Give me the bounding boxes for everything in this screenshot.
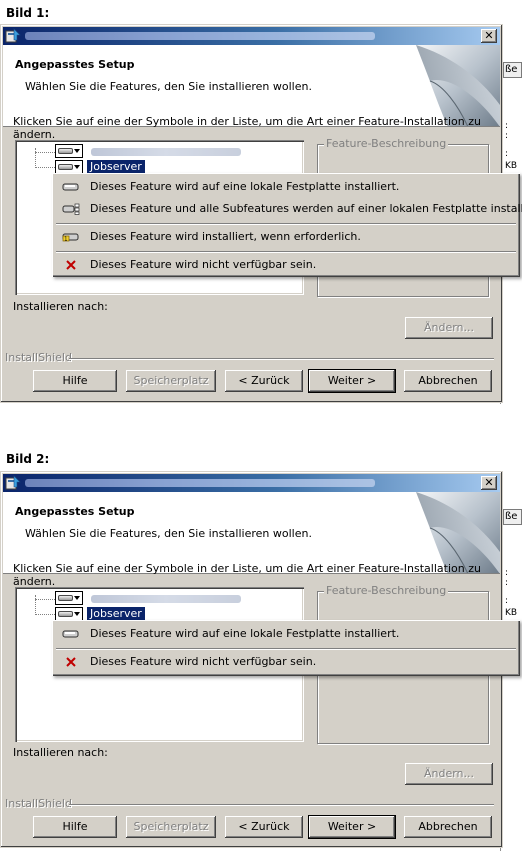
menu-item-label: Dieses Feature und alle Subfeatures werd…: [90, 202, 522, 215]
menu-item-install-on-demand[interactable]: 1 Dieses Feature wird installiert, wenn …: [56, 226, 516, 248]
menu-separator: [56, 648, 516, 650]
background-text: KB: [505, 161, 518, 171]
feature-state-dropdown[interactable]: [55, 144, 83, 158]
hard-drive-icon: [58, 164, 73, 170]
cancel-button[interactable]: Abbrechen: [404, 370, 492, 392]
feature-context-menu: Dieses Feature wird auf eine lokale Fest…: [52, 173, 522, 277]
hard-drive-icon: [62, 183, 79, 191]
page-title: Angepasstes Setup: [15, 505, 135, 518]
menu-item-label: Dieses Feature wird installiert, wenn er…: [90, 230, 361, 243]
background-text: :: [505, 596, 509, 606]
change-button[interactable]: Ändern...: [405, 317, 493, 339]
menu-separator: [56, 251, 516, 253]
background-text: :: [505, 149, 509, 159]
installshield-label: InstallShield: [5, 351, 72, 364]
feature-context-menu: Dieses Feature wird auf eine lokale Fest…: [52, 620, 520, 676]
disk-space-button[interactable]: Speicherplatz: [126, 370, 216, 392]
feature-state-dropdown[interactable]: [55, 160, 83, 174]
background-button[interactable]: ße: [503, 62, 522, 78]
background-text: :: [505, 578, 509, 588]
menu-item-install-local[interactable]: Dieses Feature wird auf eine lokale Fest…: [56, 623, 516, 645]
feature-state-dropdown[interactable]: [55, 591, 83, 605]
background-button[interactable]: ße: [503, 509, 522, 525]
feature-description-legend: Feature-Beschreibung: [324, 137, 449, 150]
panel-caption: Bild 2:: [6, 452, 50, 466]
unavailable-icon: [66, 260, 76, 270]
window-title-redacted: [25, 32, 375, 40]
divider: [69, 358, 494, 360]
unavailable-icon: [66, 657, 76, 667]
hard-drive-icon: [58, 611, 73, 617]
hard-drive-icon: [58, 595, 73, 601]
hard-drive-icon: [62, 630, 79, 638]
chevron-down-icon: [74, 165, 80, 169]
back-button[interactable]: < Zurück: [225, 816, 303, 838]
feature-name-redacted[interactable]: [91, 148, 241, 156]
feature-description-legend: Feature-Beschreibung: [324, 584, 449, 597]
background-text: KB: [505, 608, 518, 618]
window-title-redacted: [25, 479, 375, 487]
menu-item-label: Dieses Feature wird auf eine lokale Fest…: [90, 180, 400, 193]
next-button[interactable]: Weiter >: [309, 370, 395, 392]
page-title: Angepasstes Setup: [15, 58, 135, 71]
title-bar[interactable]: ✕: [3, 27, 500, 45]
help-button[interactable]: Hilfe: [33, 370, 117, 392]
hard-drive-icon: [58, 148, 73, 154]
feature-item-jobserver[interactable]: Jobserver: [87, 160, 145, 174]
close-button[interactable]: ✕: [481, 476, 497, 490]
change-button[interactable]: Ändern...: [405, 763, 493, 785]
install-on-demand-icon: 1: [62, 233, 79, 243]
cancel-button[interactable]: Abbrechen: [404, 816, 492, 838]
background-text: :: [505, 131, 509, 141]
menu-item-label: Dieses Feature wird nicht verfügbar sein…: [90, 258, 317, 271]
menu-separator: [56, 223, 516, 225]
menu-item-install-local[interactable]: Dieses Feature wird auf eine lokale Fest…: [56, 176, 516, 198]
back-button[interactable]: < Zurück: [225, 370, 303, 392]
chevron-down-icon: [74, 149, 80, 153]
close-button[interactable]: ✕: [481, 29, 497, 43]
feature-item-jobserver[interactable]: Jobserver: [87, 607, 145, 621]
feature-state-dropdown[interactable]: [55, 607, 83, 621]
chevron-down-icon: [74, 596, 80, 600]
menu-item-unavailable[interactable]: Dieses Feature wird nicht verfügbar sein…: [56, 254, 516, 276]
panel-1: Bild 1: ße : : : KB ✕ Angepasstes Setup …: [0, 0, 522, 410]
help-button[interactable]: Hilfe: [33, 816, 117, 838]
chevron-down-icon: [74, 612, 80, 616]
menu-item-unavailable[interactable]: Dieses Feature wird nicht verfügbar sein…: [56, 651, 516, 673]
page-subtitle: Wählen Sie die Features, den Sie install…: [25, 527, 312, 540]
menu-item-label: Dieses Feature wird nicht verfügbar sein…: [90, 655, 317, 668]
disk-space-button[interactable]: Speicherplatz: [126, 816, 216, 838]
install-to-label: Installieren nach:: [13, 300, 108, 313]
installer-icon: [5, 475, 21, 490]
hard-drive-with-subfeatures-icon: [62, 203, 80, 215]
divider: [69, 804, 494, 806]
feature-name-redacted[interactable]: [91, 595, 241, 603]
title-bar[interactable]: ✕: [3, 474, 500, 492]
menu-item-install-all-local[interactable]: Dieses Feature und alle Subfeatures werd…: [56, 198, 522, 220]
menu-item-label: Dieses Feature wird auf eine lokale Fest…: [90, 627, 400, 640]
panel-2: Bild 2: ße : : : KB ✕ Angepasstes Setup …: [0, 446, 522, 851]
next-button[interactable]: Weiter >: [309, 816, 395, 838]
install-to-label: Installieren nach:: [13, 746, 108, 759]
svg-text:1: 1: [64, 237, 67, 243]
page-subtitle: Wählen Sie die Features, den Sie install…: [25, 80, 312, 93]
installshield-label: InstallShield: [5, 797, 72, 810]
installer-icon: [5, 28, 21, 43]
panel-caption: Bild 1:: [6, 6, 50, 20]
